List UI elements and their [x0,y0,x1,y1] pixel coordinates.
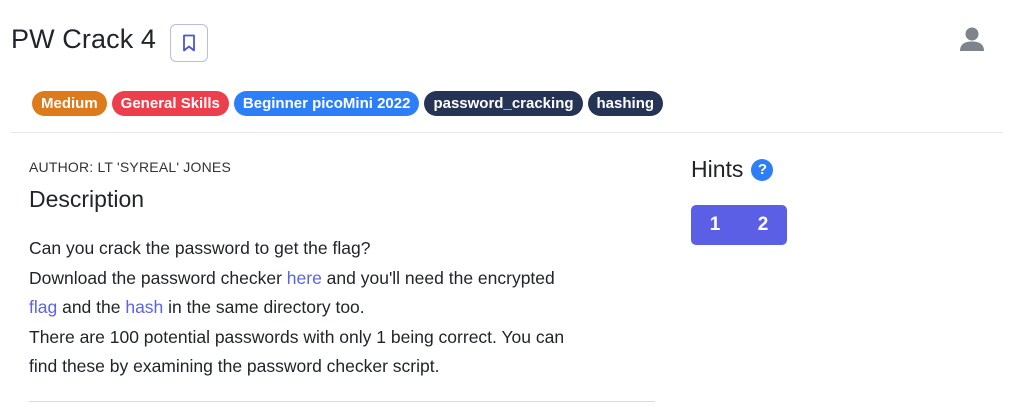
hints-heading: Hints [691,156,744,182]
description-text: and you'll need the encrypted [321,267,555,288]
description-text: and the [57,297,126,317]
description-text: Download the password checker [29,267,287,288]
tag-password-cracking[interactable]: password_cracking [424,91,583,116]
hash-link[interactable]: hash [125,297,163,317]
hint-button-1[interactable]: 1 [691,205,739,245]
tag-category[interactable]: General Skills [111,91,229,116]
hints-section-title: Hints ? [691,156,774,183]
help-icon[interactable]: ? [751,158,774,181]
description-body: Can you crack the password to get the fl… [29,234,659,382]
description-line: There are 100 potential passwords with o… [29,326,565,347]
page-title: PW Crack 4 [11,24,157,54]
tag-hashing[interactable]: hashing [587,91,664,116]
tag-difficulty[interactable]: Medium [32,91,107,116]
description-text: in the same directory too. [163,297,365,317]
description-line: find these by examining the password che… [29,356,440,376]
bookmark-button[interactable] [170,24,208,62]
problem-header: PW Crack 4 [0,0,1024,90]
flag-link[interactable]: flag [29,297,57,317]
description-line: Can you crack the password to get the fl… [29,238,371,258]
header-divider [11,132,1003,133]
hint-button-2[interactable]: 2 [739,205,787,245]
description-divider [29,401,655,402]
user-icon[interactable] [957,24,987,54]
bookmark-icon [183,34,195,52]
download-checker-link[interactable]: here [287,268,322,288]
author-label: AUTHOR: LT 'SYREAL' JONES [29,159,231,175]
hint-button-group: 1 2 [691,205,787,245]
tag-list: Medium General Skills Beginner picoMini … [32,91,664,116]
tag-event[interactable]: Beginner picoMini 2022 [233,91,420,116]
description-heading: Description [29,186,145,212]
